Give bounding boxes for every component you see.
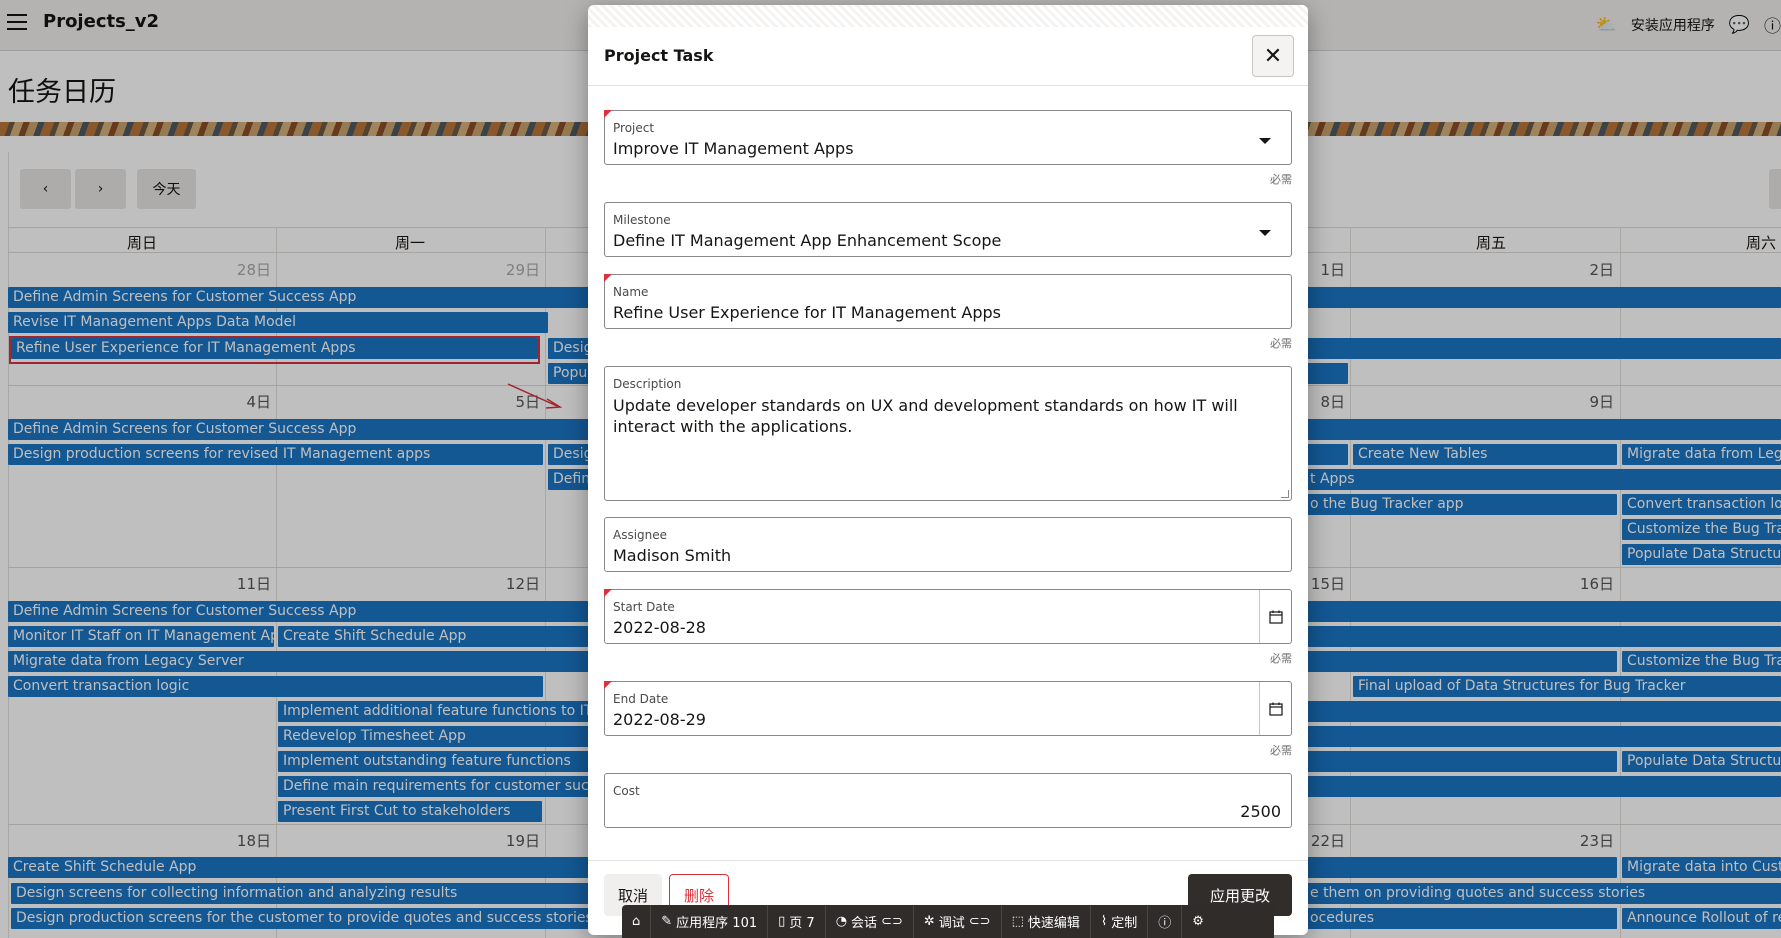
resize-handle-icon[interactable] (1281, 490, 1289, 498)
required-note: 必需 (1270, 744, 1292, 757)
milestone-label: Milestone (613, 213, 671, 227)
toggle-icon: ⊂⊃ (881, 914, 903, 929)
page-button[interactable]: ▯ 页 7 (768, 905, 826, 938)
close-button[interactable]: ✕ (1252, 35, 1294, 77)
info-icon: ⓘ (1158, 916, 1172, 931)
brush-icon: ⌇ (1100, 914, 1108, 929)
required-note: 必需 (1270, 337, 1292, 350)
chevron-down-icon[interactable] (1259, 230, 1271, 236)
assignee-label: Assignee (613, 528, 668, 542)
cost-field[interactable]: Cost 2500 (604, 773, 1292, 828)
home-button[interactable]: ⌂ (622, 905, 652, 938)
cost-value: 2500 (1240, 802, 1281, 821)
name-label: Name (613, 285, 649, 299)
session-label: 会话 (851, 916, 878, 931)
end-date-field[interactable]: End Date 2022-08-29 (604, 681, 1292, 736)
session-button[interactable]: ◔ 会话 ⊂⊃ (826, 905, 914, 938)
milestone-select[interactable]: Milestone Define IT Management App Enhan… (604, 202, 1292, 257)
project-value: Improve IT Management Apps (613, 139, 854, 158)
edit-icon: ✎ (661, 914, 673, 929)
settings-button[interactable]: ⚙ (1182, 905, 1214, 938)
required-note: 必需 (1270, 173, 1292, 186)
calendar-icon[interactable] (1259, 682, 1291, 735)
application-label: 应用程序 101 (676, 916, 758, 931)
start-date-value: 2022-08-28 (613, 618, 706, 637)
name-field[interactable]: Name Refine User Experience for IT Manag… (604, 274, 1292, 329)
project-task-dialog: Project Task ✕ Project Improve IT Manage… (588, 5, 1308, 935)
customize-label: 定制 (1111, 916, 1138, 931)
milestone-value: Define IT Management App Enhancement Sco… (613, 231, 1002, 250)
dialog-title: Project Task (604, 46, 714, 65)
name-value: Refine User Experience for IT Management… (613, 303, 1001, 322)
chevron-down-icon[interactable] (1259, 138, 1271, 144)
customize-button[interactable]: ⌇ 定制 (1091, 905, 1149, 938)
required-note: 必需 (1270, 652, 1292, 665)
project-select[interactable]: Project Improve IT Management Apps (604, 110, 1292, 165)
gear-icon: ⚙ (1192, 914, 1204, 929)
end-date-value: 2022-08-29 (613, 710, 706, 729)
debug-button[interactable]: ✲ 调试 ⊂⊃ (914, 905, 1002, 938)
end-date-label: End Date (613, 692, 669, 706)
info-button[interactable]: ⓘ (1148, 905, 1183, 938)
page-label: 页 7 (789, 916, 815, 931)
bug-icon: ✲ (923, 914, 935, 929)
session-icon: ◔ (835, 914, 848, 929)
assignee-field[interactable]: Assignee Madison Smith (604, 517, 1292, 572)
description-label: Description (613, 377, 682, 391)
application-button[interactable]: ✎ 应用程序 101 (651, 905, 769, 938)
quick-edit-button[interactable]: ⬚ 快速编辑 (1002, 905, 1091, 938)
quick-edit-icon: ⬚ (1011, 914, 1024, 929)
cost-label: Cost (613, 784, 640, 798)
developer-toolbar: ⌂ ✎ 应用程序 101 ▯ 页 7 ◔ 会话 ⊂⊃ ✲ 调试 ⊂⊃ ⬚ 快速编辑 ⌇ 定制 ⓘ… (622, 905, 1274, 938)
page-icon: ▯ (778, 914, 786, 929)
assignee-value: Madison Smith (613, 546, 732, 565)
dialog-header: Project Task ✕ (588, 5, 1308, 86)
start-date-label: Start Date (613, 600, 675, 614)
quick-edit-label: 快速编辑 (1027, 916, 1080, 931)
project-label: Project (613, 121, 655, 135)
debug-label: 调试 (938, 916, 965, 931)
calendar-icon[interactable] (1259, 590, 1291, 643)
description-textarea[interactable]: Description Update developer standards o… (604, 366, 1292, 501)
home-icon: ⌂ (632, 914, 641, 929)
close-icon: ✕ (1263, 43, 1283, 69)
description-value: Update developer standards on UX and dev… (613, 396, 1238, 436)
toggle-icon: ⊂⊃ (968, 914, 991, 929)
start-date-field[interactable]: Start Date 2022-08-28 (604, 589, 1292, 644)
